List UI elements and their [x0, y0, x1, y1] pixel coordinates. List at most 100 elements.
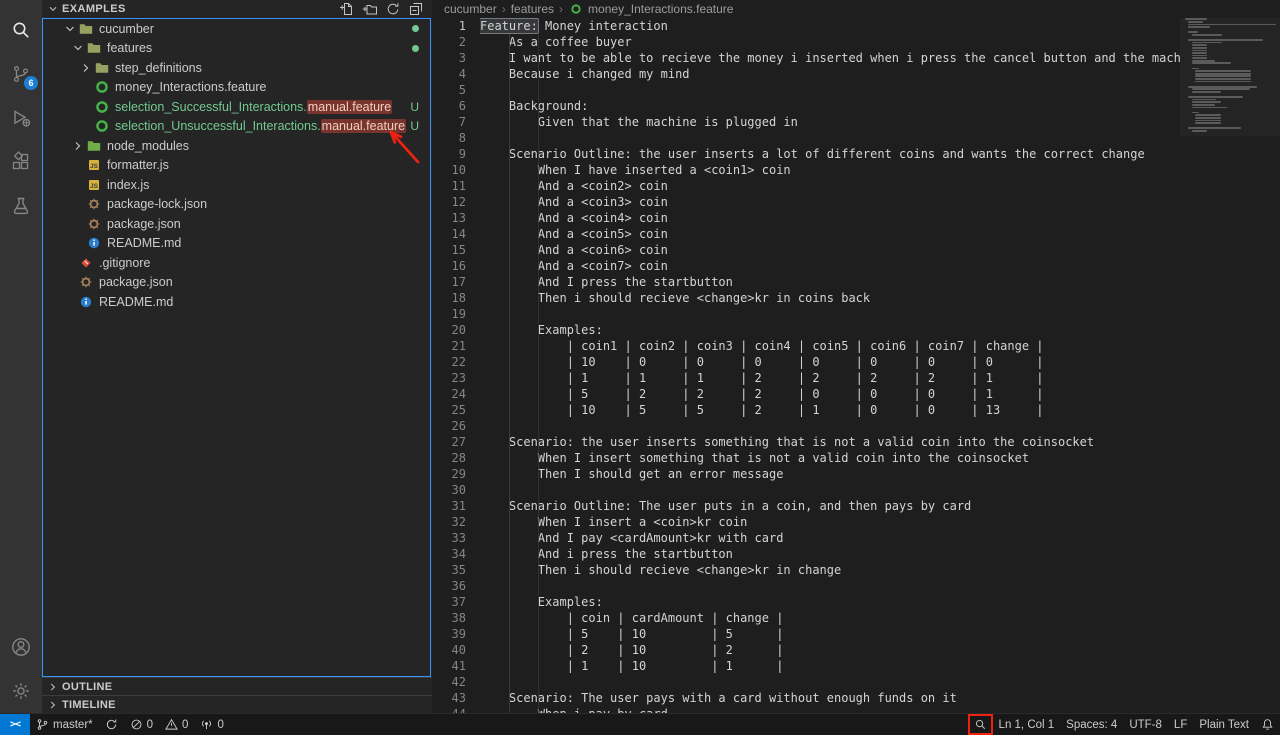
new-folder-button[interactable] [362, 1, 378, 17]
code-line[interactable]: Scenario Outline: The user puts in a coi… [480, 498, 1180, 514]
code-line[interactable]: | 5 | 10 | 5 | [480, 626, 1180, 642]
status-git-branch-label: master* [53, 719, 93, 731]
status-problems-warnings[interactable]: 0 [159, 714, 194, 735]
tree-item-selection-successful-interactions-manual-feature[interactable]: selection_Successful_Interactions.manual… [43, 97, 430, 117]
minimap[interactable] [1180, 18, 1280, 713]
tree-item-selection-unsuccessful-interactions-manual-feature[interactable]: selection_Unsuccessful_Interactions.manu… [43, 117, 430, 137]
code-line[interactable] [480, 674, 1180, 690]
tree-item-package-json[interactable]: package.json [43, 273, 430, 293]
code-line[interactable]: Background: [480, 98, 1180, 114]
code-line[interactable]: And a <coin5> coin [480, 226, 1180, 242]
code-line[interactable]: Scenario: the user inserts something tha… [480, 434, 1180, 450]
line-number: 44 [432, 706, 480, 713]
code-line[interactable]: Given that the machine is plugged in [480, 114, 1180, 130]
explorer-section-header[interactable]: EXAMPLES [42, 0, 432, 18]
code-line[interactable]: Then I should get an error message [480, 466, 1180, 482]
chevron-right-icon[interactable] [69, 138, 86, 154]
activity-settings-button[interactable] [0, 669, 42, 713]
code-line[interactable]: Scenario: The user pays with a card with… [480, 690, 1180, 706]
status-notifications[interactable] [1255, 714, 1280, 735]
refresh-button[interactable] [385, 1, 401, 17]
activity-extensions-button[interactable] [0, 140, 42, 184]
status-eol[interactable]: LF [1168, 714, 1193, 735]
activity-search-button[interactable] [0, 8, 42, 52]
code-line[interactable]: And I pay <cardAmount>kr with card [480, 530, 1180, 546]
activity-accounts-button[interactable] [0, 625, 42, 669]
code-line[interactable]: And a <coin7> coin [480, 258, 1180, 274]
outline-panel-header[interactable]: OUTLINE [42, 677, 432, 695]
code-line[interactable]: And i press the startbutton [480, 546, 1180, 562]
code-viewport[interactable]: 1234567891011121314151617181920212223242… [432, 18, 1280, 713]
code-line[interactable]: | 1 | 1 | 1 | 2 | 2 | 2 | 2 | 1 | [480, 370, 1180, 386]
code-content[interactable]: Feature: Money interaction As a coffee b… [480, 18, 1180, 713]
code-line[interactable]: | 10 | 5 | 5 | 2 | 1 | 0 | 0 | 13 | [480, 402, 1180, 418]
new-file-button[interactable] [339, 1, 355, 17]
status-ports[interactable]: 0 [194, 714, 229, 735]
activity-source-control-button[interactable]: 6 [0, 52, 42, 96]
breadcrumb-features[interactable]: features [511, 2, 554, 16]
tree-item-node-modules[interactable]: node_modules [43, 136, 430, 156]
code-line[interactable] [480, 482, 1180, 498]
tree-item-readme-md[interactable]: README.md [43, 234, 430, 254]
code-line[interactable] [480, 578, 1180, 594]
tree-item-cucumber[interactable]: cucumber [43, 19, 430, 39]
chevron-right-icon[interactable] [77, 60, 94, 76]
code-line[interactable] [480, 82, 1180, 98]
tree-item-gitignore[interactable]: .gitignore [43, 253, 430, 273]
status-language-mode[interactable]: Plain Text [1193, 714, 1255, 735]
collapse-all-button[interactable] [408, 1, 424, 17]
status-problems-errors[interactable]: 0 [124, 714, 159, 735]
tree-item-package-json[interactable]: package.json [43, 214, 430, 234]
filename-match-highlight: manual.feature [321, 119, 406, 133]
code-line[interactable] [480, 130, 1180, 146]
code-line[interactable]: And a <coin3> coin [480, 194, 1180, 210]
code-line[interactable]: Then i should recieve <change>kr in chan… [480, 562, 1180, 578]
breadcrumb-money-interactions-feature[interactable]: money_Interactions.feature [568, 1, 733, 17]
status-git-branch[interactable]: master* [30, 714, 99, 735]
code-line[interactable]: Examples: [480, 594, 1180, 610]
status-sync[interactable] [99, 714, 124, 735]
code-line[interactable]: And a <coin4> coin [480, 210, 1180, 226]
code-line[interactable]: Feature: Money interaction [480, 18, 1180, 34]
status-indentation[interactable]: Spaces: 4 [1060, 714, 1123, 735]
code-line[interactable]: | 2 | 10 | 2 | [480, 642, 1180, 658]
code-line[interactable]: | 1 | 10 | 1 | [480, 658, 1180, 674]
tree-item-step-definitions[interactable]: step_definitions [43, 58, 430, 78]
code-line[interactable]: Scenario Outline: the user inserts a lot… [480, 146, 1180, 162]
status-encoding[interactable]: UTF-8 [1123, 714, 1168, 735]
code-line[interactable]: When I insert something that is not a va… [480, 450, 1180, 466]
code-line[interactable] [480, 306, 1180, 322]
chevron-down-icon[interactable] [69, 40, 86, 56]
code-line[interactable]: I want to be able to recieve the money i… [480, 50, 1180, 66]
chevron-down-icon[interactable] [61, 21, 78, 37]
remote-indicator[interactable]: >< [0, 714, 30, 735]
code-line[interactable] [480, 418, 1180, 434]
code-line[interactable]: | coin1 | coin2 | coin3 | coin4 | coin5 … [480, 338, 1180, 354]
indent-guide [509, 34, 510, 713]
tree-item-features[interactable]: features [43, 39, 430, 59]
code-line[interactable]: And I press the startbutton [480, 274, 1180, 290]
tree-item-formatter-js[interactable]: JSformatter.js [43, 156, 430, 176]
tree-item-index-js[interactable]: JSindex.js [43, 175, 430, 195]
code-line[interactable]: When i pay by card [480, 706, 1180, 713]
code-line[interactable]: As a coffee buyer [480, 34, 1180, 50]
activity-run-debug-button[interactable] [0, 96, 42, 140]
code-line[interactable]: | 5 | 2 | 2 | 2 | 0 | 0 | 0 | 1 | [480, 386, 1180, 402]
code-line[interactable]: And a <coin6> coin [480, 242, 1180, 258]
code-line[interactable]: Examples: [480, 322, 1180, 338]
tree-item-money-interactions-feature[interactable]: money_Interactions.feature [43, 78, 430, 98]
code-line[interactable]: And a <coin2> coin [480, 178, 1180, 194]
status-cursor-position[interactable]: Ln 1, Col 1 [993, 714, 1061, 735]
code-line[interactable]: | coin | cardAmount | change | [480, 610, 1180, 626]
status-zoom[interactable] [968, 714, 993, 735]
activity-testing-button[interactable] [0, 184, 42, 228]
code-line[interactable]: Then i should recieve <change>kr in coin… [480, 290, 1180, 306]
breadcrumb-cucumber[interactable]: cucumber [444, 2, 497, 16]
code-line[interactable]: Because i changed my mind [480, 66, 1180, 82]
tree-item-package-lock-json[interactable]: package-lock.json [43, 195, 430, 215]
timeline-panel-header[interactable]: TIMELINE [42, 695, 432, 713]
code-line[interactable]: When I have inserted a <coin1> coin [480, 162, 1180, 178]
code-line[interactable]: When I insert a <coin>kr coin [480, 514, 1180, 530]
tree-item-readme-md[interactable]: README.md [43, 292, 430, 312]
code-line[interactable]: | 10 | 0 | 0 | 0 | 0 | 0 | 0 | 0 | [480, 354, 1180, 370]
